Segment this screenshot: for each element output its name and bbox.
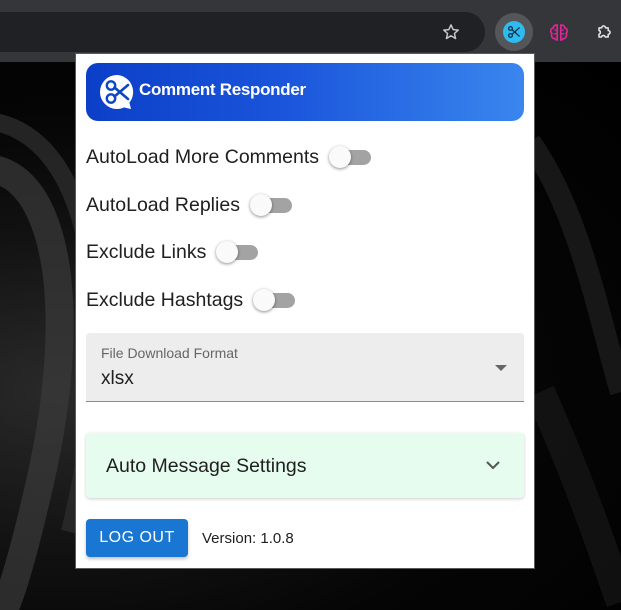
- brain-extension-icon[interactable]: [540, 13, 578, 51]
- popup-title: Comment Responder: [139, 80, 306, 99]
- toggle-row-autoload-replies: AutoLoad Replies: [86, 190, 296, 220]
- comment-responder-extension-icon[interactable]: [495, 13, 533, 51]
- scissors-chat-bubble-icon: [98, 73, 136, 111]
- toggle-label: AutoLoad Replies: [86, 193, 240, 216]
- toggle-row-exclude-hashtags: Exclude Hashtags: [86, 285, 299, 315]
- file-download-format-select[interactable]: File Download Format xlsx: [86, 333, 524, 402]
- header-banner: Comment Responder: [86, 63, 524, 121]
- puzzle-extensions-icon[interactable]: [585, 13, 621, 51]
- exclude-links-switch[interactable]: [214, 237, 262, 267]
- dropdown-arrow-icon: [495, 365, 507, 371]
- toggle-label: Exclude Hashtags: [86, 288, 244, 311]
- logout-button[interactable]: LOG OUT: [86, 519, 188, 557]
- exclude-hashtags-switch[interactable]: [251, 285, 299, 315]
- toggle-row-exclude-links: Exclude Links: [86, 237, 262, 267]
- autoload-replies-switch[interactable]: [248, 190, 296, 220]
- version-text: Version: 1.0.8: [202, 530, 294, 547]
- address-bar[interactable]: [0, 12, 485, 52]
- extension-popup: Comment Responder AutoLoad More Comments…: [75, 53, 535, 569]
- autoload-more-comments-switch[interactable]: [327, 142, 375, 172]
- toggle-label: AutoLoad More Comments: [86, 145, 320, 168]
- toggle-row-autoload-more-comments: AutoLoad More Comments: [86, 142, 375, 172]
- toggle-label: Exclude Links: [86, 240, 207, 263]
- chevron-down-icon: [486, 458, 500, 472]
- accordion-title: Auto Message Settings: [106, 455, 307, 477]
- bookmark-star-icon[interactable]: [432, 13, 470, 51]
- auto-message-settings-accordion[interactable]: Auto Message Settings: [86, 433, 524, 498]
- select-value: xlsx: [101, 368, 134, 389]
- select-label: File Download Format: [101, 345, 238, 361]
